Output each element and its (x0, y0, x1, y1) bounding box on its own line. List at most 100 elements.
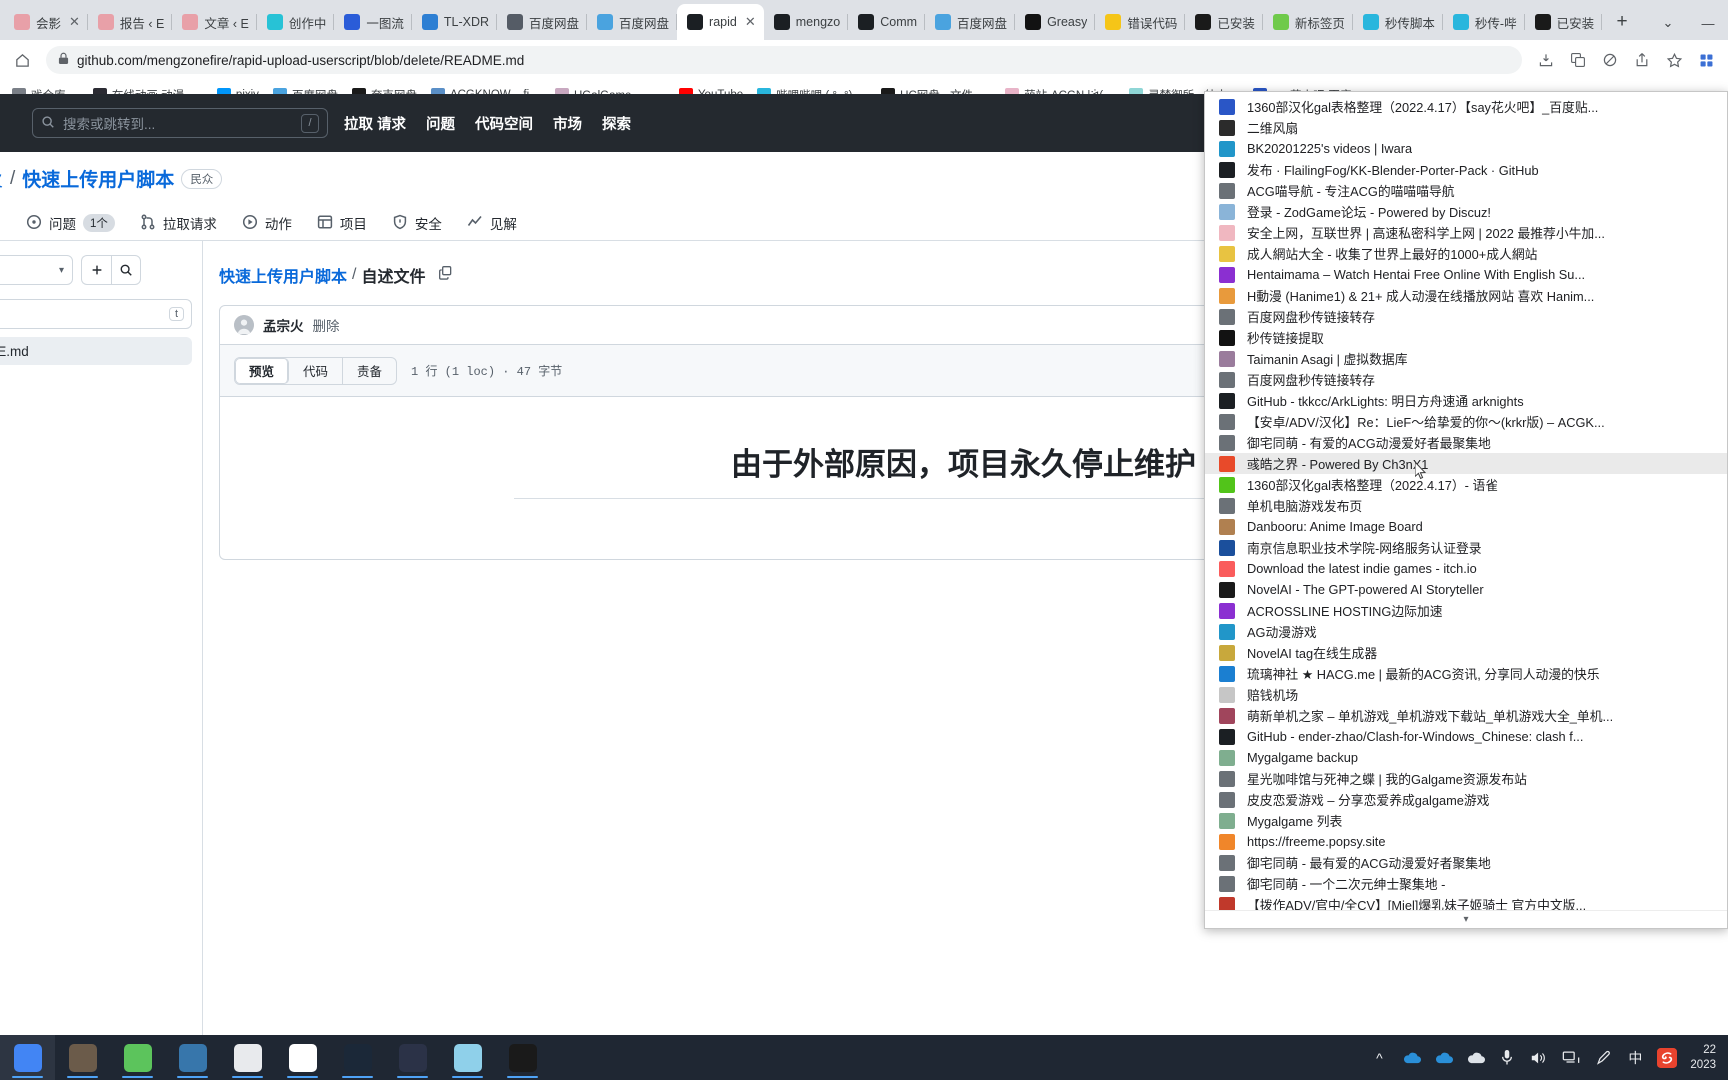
bookmark-menu-item[interactable]: 御宅同萌 - 最有爱的ACG动漫爱好者聚集地 (1205, 852, 1727, 873)
browser-tab[interactable]: 错误代码 (1095, 4, 1186, 40)
taskbar-app-bluestacks[interactable] (110, 1035, 165, 1080)
bookmark-menu-item[interactable]: 彧皓之界 - Powered By Ch3nX1 (1205, 453, 1727, 474)
commit-author[interactable]: 孟宗火 (263, 315, 304, 335)
bookmark-menu-item[interactable]: Mygalgame 列表 (1205, 810, 1727, 831)
browser-tab[interactable]: 会影 ✕ (4, 4, 88, 40)
tab-close-icon[interactable]: ✕ (745, 14, 756, 30)
bookmark-menu-item[interactable]: https://freeme.popsy.site (1205, 831, 1727, 852)
microphone-icon[interactable] (1492, 1035, 1522, 1080)
browser-tab[interactable]: rapid ✕ (677, 4, 764, 40)
nav-issues[interactable]: 问题 (426, 113, 455, 134)
nav-pull-requests[interactable]: 拉取 请求 (344, 113, 406, 134)
bookmark-menu-item[interactable]: 【安卓/ADV/汉化】Re：LieF～给挚爱的你～(krkr版) – ACGK.… (1205, 411, 1727, 432)
browser-tab[interactable]: 秒传脚本 (1353, 4, 1443, 40)
bookmark-menu-item[interactable]: 安全上网，互联世界 | 高速私密科学上网 | 2022 最推荐小牛加... (1205, 222, 1727, 243)
browser-tab[interactable]: 文章 ‹ E (172, 4, 257, 40)
bookmark-menu-item[interactable]: 秒传链接提取 (1205, 327, 1727, 348)
browser-tab[interactable]: 报告 ‹ E (88, 4, 173, 40)
copy-path-icon[interactable] (438, 265, 453, 285)
tab-preview[interactable]: 预览 (235, 357, 290, 384)
bookmark-menu-item[interactable]: Download the latest indie games - itch.i… (1205, 558, 1727, 579)
repo-tab-insights[interactable]: 见解 (457, 206, 527, 240)
browser-tab[interactable]: Greasy (1015, 4, 1096, 40)
repo-tab-actions[interactable]: 动作 (232, 206, 302, 240)
bookmark-menu-item[interactable]: 二维风扇 (1205, 117, 1727, 138)
browser-tab[interactable]: TL-XDR (412, 4, 498, 40)
bookmark-menu-item[interactable]: Danbooru: Anime Image Board (1205, 516, 1727, 537)
cloud-icon[interactable] (1460, 1035, 1490, 1080)
taskbar-app-chrome[interactable] (0, 1035, 55, 1080)
bookmark-menu-item[interactable]: ACG喵导航 - 专注ACG的喵喵喵导航 (1205, 180, 1727, 201)
bookmark-menu-item[interactable]: BK20201225's videos | Iwara (1205, 138, 1727, 159)
bookmark-menu-item[interactable]: 单机电脑游戏发布页 (1205, 495, 1727, 516)
search-input[interactable]: 搜索或跳转到... / (32, 108, 328, 138)
search-file-button[interactable] (111, 255, 141, 285)
tab-search-button[interactable]: ⌄ (1648, 6, 1688, 40)
browser-tab[interactable]: 一图流 (334, 4, 412, 40)
bookmark-menu-item[interactable]: 百度网盘秒传链接转存 (1205, 306, 1727, 327)
nav-explore[interactable]: 探索 (602, 113, 631, 134)
bookmark-menu-item[interactable]: 琉璃神社 ★ HACG.me | 最新的ACG资讯, 分享同人动漫的快乐 (1205, 663, 1727, 684)
repo-name-link[interactable]: 快速上传用户脚本 (22, 165, 174, 192)
bookmark-menu-item[interactable]: 星光咖啡馆与死神之蝶 | 我的Galgame资源发布站 (1205, 768, 1727, 789)
tab-close-icon[interactable]: ✕ (69, 14, 80, 30)
bookmark-menu-item[interactable]: 南京信息职业技术学院-网络服务认证登录 (1205, 537, 1727, 558)
minimize-button[interactable]: — (1688, 6, 1728, 40)
bookmark-menu-item[interactable]: 御宅同萌 - 有爱的ACG动漫爱好者最聚集地 (1205, 432, 1727, 453)
bookmark-menu-item[interactable]: 1360部汉化gal表格整理（2022.4.17）【say花火吧】_百度贴... (1205, 96, 1727, 117)
taskbar-app-everything[interactable] (440, 1035, 495, 1080)
repo-owner-link[interactable]: 火 (0, 165, 3, 192)
bookmark-menu-item[interactable]: ACROSSLINE HOSTING边际加速 (1205, 600, 1727, 621)
share-icon[interactable] (1628, 46, 1656, 74)
extensions-icon[interactable] (1692, 46, 1720, 74)
nav-marketplace[interactable]: 市场 (553, 113, 582, 134)
add-file-button[interactable] (81, 255, 111, 285)
bookmark-menu-item[interactable]: 成人網站大全 - 收集了世界上最好的1000+成人網站 (1205, 243, 1727, 264)
file-filter-input[interactable]: 件 t (0, 299, 192, 329)
commit-message[interactable]: 删除 (313, 315, 340, 335)
bookmark-menu-item[interactable]: 萌新单机之家 – 单机游戏_单机游戏下载站_单机游戏大全_单机... (1205, 705, 1727, 726)
taskbar-app-obs[interactable] (495, 1035, 550, 1080)
blocked-icon[interactable] (1596, 46, 1624, 74)
tab-blame[interactable]: 责备 (343, 358, 396, 384)
bookmark-menu-item[interactable]: H動漫 (Hanime1) & 21+ 成人动漫在线播放网站 喜欢 Hanim.… (1205, 285, 1727, 306)
taskbar-app-news-app[interactable] (220, 1035, 275, 1080)
browser-tab[interactable]: 已安装 (1525, 4, 1603, 40)
avatar[interactable] (234, 315, 254, 335)
repo-tab-issues[interactable]: 问题 1个 (16, 206, 125, 240)
onedrive-icon[interactable] (1396, 1035, 1426, 1080)
repo-tab-pull-requests[interactable]: 拉取请求 (130, 206, 227, 240)
browser-tab[interactable]: 百度网盘 (497, 4, 588, 40)
clock[interactable]: 22 2023 (1684, 1043, 1720, 1073)
bookmark-menu-item[interactable]: GitHub - tkkcc/ArkLights: 明日方舟速通 arknigh… (1205, 390, 1727, 411)
browser-tab[interactable]: 已安装 (1185, 4, 1263, 40)
bookmark-menu-item[interactable]: GitHub - ender-zhao/Clash-for-Windows_Ch… (1205, 726, 1727, 747)
branch-selector[interactable]: ▾ (0, 255, 73, 285)
browser-tab[interactable]: 新标签页 (1263, 4, 1353, 40)
menu-scroll-down-button[interactable]: ▾ (1205, 910, 1727, 928)
sogou-icon[interactable] (1652, 1035, 1682, 1080)
network-icon[interactable] (1556, 1035, 1586, 1080)
taskbar-app-discord[interactable] (385, 1035, 440, 1080)
bookmark-menu-item[interactable]: 赔钱机场 (1205, 684, 1727, 705)
home-icon[interactable] (8, 46, 36, 74)
bookmark-menu-item[interactable]: AG动漫游戏 (1205, 621, 1727, 642)
translate-icon[interactable] (1564, 46, 1592, 74)
browser-tab[interactable]: 百度网盘 (587, 4, 678, 40)
browser-tab[interactable]: 创作中 (257, 4, 335, 40)
bookmark-menu-item[interactable]: 1360部汉化gal表格整理（2022.4.17）- 语雀 (1205, 474, 1727, 495)
new-tab-button[interactable]: + (1608, 8, 1636, 36)
volume-icon[interactable] (1524, 1035, 1554, 1080)
taskbar-app-anime-app[interactable] (55, 1035, 110, 1080)
taskbar-app-steam[interactable] (330, 1035, 385, 1080)
bookmark-menu-item[interactable]: 发布 · FlailingFog/KK-Blender-Porter-Pack … (1205, 159, 1727, 180)
bookmark-menu-item[interactable]: Mygalgame backup (1205, 747, 1727, 768)
bookmark-menu-item[interactable]: Taimanin Asagi | 虚拟数据库 (1205, 348, 1727, 369)
breadcrumb-repo-link[interactable]: 快速上传用户脚本 (219, 263, 347, 287)
bookmark-menu-item[interactable]: NovelAI tag在线生成器 (1205, 642, 1727, 663)
bookmark-menu-item[interactable]: Hentaimama – Watch Hentai Free Online Wi… (1205, 264, 1727, 285)
browser-tab[interactable]: Comm (848, 4, 926, 40)
browser-tab[interactable]: 百度网盘 (925, 4, 1016, 40)
tray-expand-icon[interactable]: ^ (1364, 1035, 1394, 1080)
onedrive-icon[interactable] (1428, 1035, 1458, 1080)
